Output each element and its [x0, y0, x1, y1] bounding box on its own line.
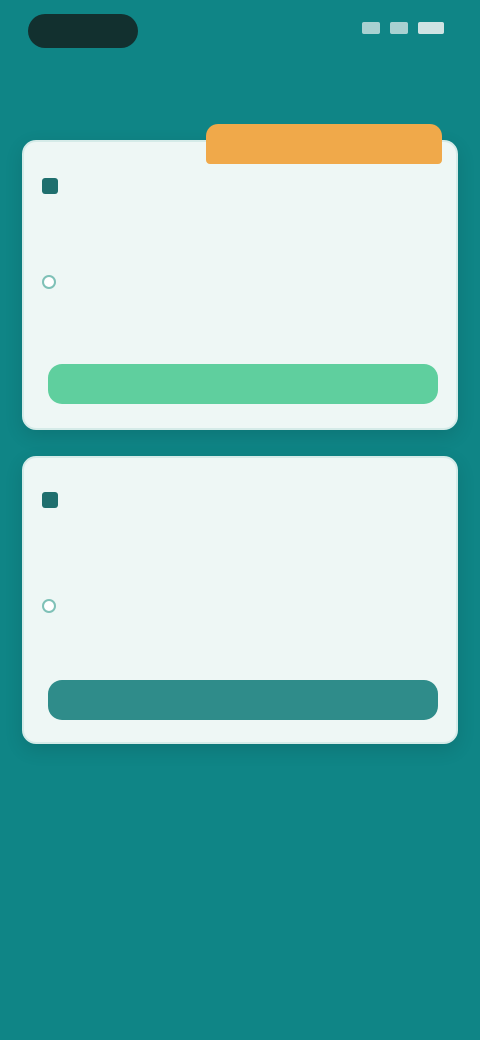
- plan-option-row[interactable]: [42, 632, 440, 660]
- status-bar: [0, 0, 480, 60]
- plan-option-row[interactable]: [42, 268, 440, 296]
- radio-icon[interactable]: [42, 599, 56, 613]
- footer-link[interactable]: [170, 784, 310, 802]
- status-time: [28, 14, 138, 48]
- plan-option-left: [42, 275, 90, 289]
- plan-icon: [42, 178, 58, 194]
- featured-badge: [206, 124, 442, 164]
- plan-card-standard[interactable]: [22, 456, 458, 744]
- plan-option-left: [42, 317, 90, 331]
- status-icons: [362, 22, 444, 34]
- plan-option-row[interactable]: [42, 592, 440, 620]
- signal-icon: [362, 22, 380, 34]
- plan-option-left: [42, 599, 90, 613]
- plan-option-left: [42, 639, 90, 653]
- select-plan-button[interactable]: [48, 680, 438, 720]
- plan-card-featured[interactable]: [22, 124, 458, 430]
- radio-icon[interactable]: [42, 275, 56, 289]
- wifi-icon: [390, 22, 408, 34]
- plan-option-row[interactable]: [42, 310, 440, 338]
- battery-icon: [418, 22, 444, 34]
- plan-card-header: [42, 178, 68, 194]
- plan-card-header: [42, 492, 68, 508]
- plan-icon: [42, 492, 58, 508]
- select-plan-button[interactable]: [48, 364, 438, 404]
